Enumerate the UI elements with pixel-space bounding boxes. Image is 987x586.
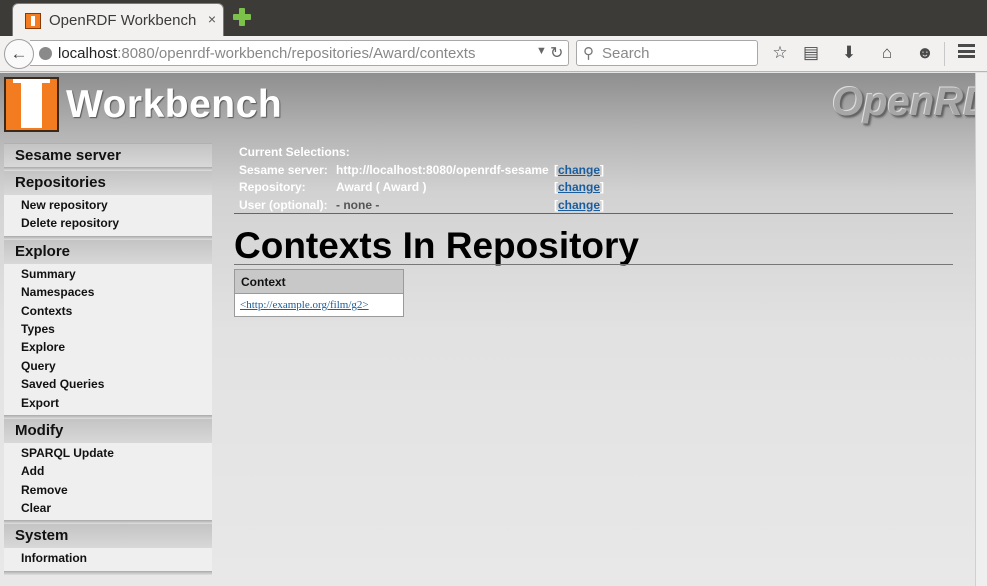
sidebar-section-modify: Modify [4,418,212,443]
tab-bar: OpenRDF Workbench × [0,0,987,36]
sidebar-item-export[interactable]: Export [4,394,212,412]
repository-value: Award ( Award ) [336,180,427,194]
reload-icon[interactable]: ↻ [550,43,563,63]
sidebar-section-repositories: Repositories [4,171,212,195]
search-placeholder: Search [602,45,650,62]
sidebar-item-contexts[interactable]: Contexts [4,302,212,320]
sidebar-section-explore: Explore [4,239,212,264]
sidebar-item-query[interactable]: Query [4,357,212,375]
sidebar-item-add[interactable]: Add [4,462,212,480]
selections-heading: Current Selections: [239,145,350,159]
back-arrow-icon: ← [10,44,28,63]
sidebar-item-types[interactable]: Types [4,320,212,338]
sidebar-item-sparql-update[interactable]: SPARQL Update [4,444,212,462]
context-link[interactable]: <http://example.org/film/g2> [240,299,369,311]
bookmark-star-icon[interactable]: ☆ [769,42,791,64]
change-user-link[interactable]: change [558,198,600,212]
server-label: Sesame server: [239,162,328,177]
openrdf-brand: OpenRDF [832,80,987,124]
page-viewport: Workbench OpenRDF Sesame server Repositor… [0,73,987,586]
globe-icon [39,47,52,60]
browser-tab[interactable]: OpenRDF Workbench × [12,3,224,36]
user-row: User (optional): - none - [change] [239,197,605,212]
context-column-header: Context [235,270,403,294]
current-selections: Current Selections: Sesame server: http:… [234,143,954,213]
workbench-logo-icon [4,77,59,132]
vertical-scrollbar[interactable] [975,73,987,586]
sidebar-item-namespaces[interactable]: Namespaces [4,283,212,301]
change-repository-link[interactable]: change [558,180,600,194]
new-tab-icon[interactable] [232,7,252,27]
sidebar-separator [4,570,212,575]
sidebar: Sesame server Repositories New repository D… [4,143,212,575]
change-server-link[interactable]: change [558,163,600,177]
main-content: Current Selections: Sesame server: http:… [234,143,954,317]
table-row: <http://example.org/film/g2> [235,294,403,316]
url-bar[interactable]: localhost:8080/openrdf-workbench/reposit… [30,40,569,66]
title-divider [234,264,953,265]
back-button[interactable]: ← [4,39,34,69]
sidebar-item-new-repository[interactable]: New repository [4,196,212,214]
sidebar-item-summary[interactable]: Summary [4,265,212,283]
tab-title: OpenRDF Workbench [49,12,197,29]
hamburger-menu-icon[interactable] [958,44,975,58]
url-text[interactable]: localhost:8080/openrdf-workbench/reposit… [58,45,475,62]
server-value: http://localhost:8080/openrdf-sesame [336,162,549,177]
sidebar-list: Summary Namespaces Contexts Types Explore Que… [4,263,212,415]
navigation-bar: localhost:8080/openrdf-workbench/reposit… [0,36,987,72]
toolbar-divider [944,42,945,66]
server-row: Sesame server: http://localhost:8080/ope… [239,162,605,177]
sidebar-section-system: System [4,524,212,549]
user-value: - none - [336,197,380,212]
selections-divider [234,213,953,214]
sidebar-list: Information [4,548,212,571]
search-icon: ⚲ [583,45,594,62]
page-title: Contexts In Repository [234,225,639,266]
search-input[interactable]: ⚲ Search [576,40,758,66]
sidebar-item-information[interactable]: Information [4,549,212,567]
sidebar-list: SPARQL Update Add Remove Clear [4,442,212,521]
close-tab-icon[interactable]: × [203,10,221,28]
sidebar-item-saved-queries[interactable]: Saved Queries [4,375,212,393]
contexts-table: Context <http://example.org/film/g2> [234,269,404,317]
home-icon[interactable]: ⌂ [876,42,898,64]
logo-text: Workbench [66,83,283,126]
sidebar-item-clear[interactable]: Clear [4,499,212,517]
url-dropdown-icon[interactable]: ▼ [536,45,547,57]
smiley-icon[interactable]: ☻ [914,42,936,64]
sidebar-item-remove[interactable]: Remove [4,481,212,499]
repository-row: Repository: Award ( Award ) [change] [239,180,605,194]
reading-list-icon[interactable]: ▤ [800,42,822,64]
user-label: User (optional): [239,197,328,212]
sidebar-list: New repository Delete repository [4,195,212,236]
sidebar-section-sesame-server[interactable]: Sesame server [4,143,212,167]
openrdf-favicon-icon [25,13,41,29]
repository-label: Repository: [239,180,306,194]
download-icon[interactable]: ⬇ [838,42,860,64]
sidebar-item-explore[interactable]: Explore [4,338,212,356]
sidebar-item-delete-repository[interactable]: Delete repository [4,214,212,232]
